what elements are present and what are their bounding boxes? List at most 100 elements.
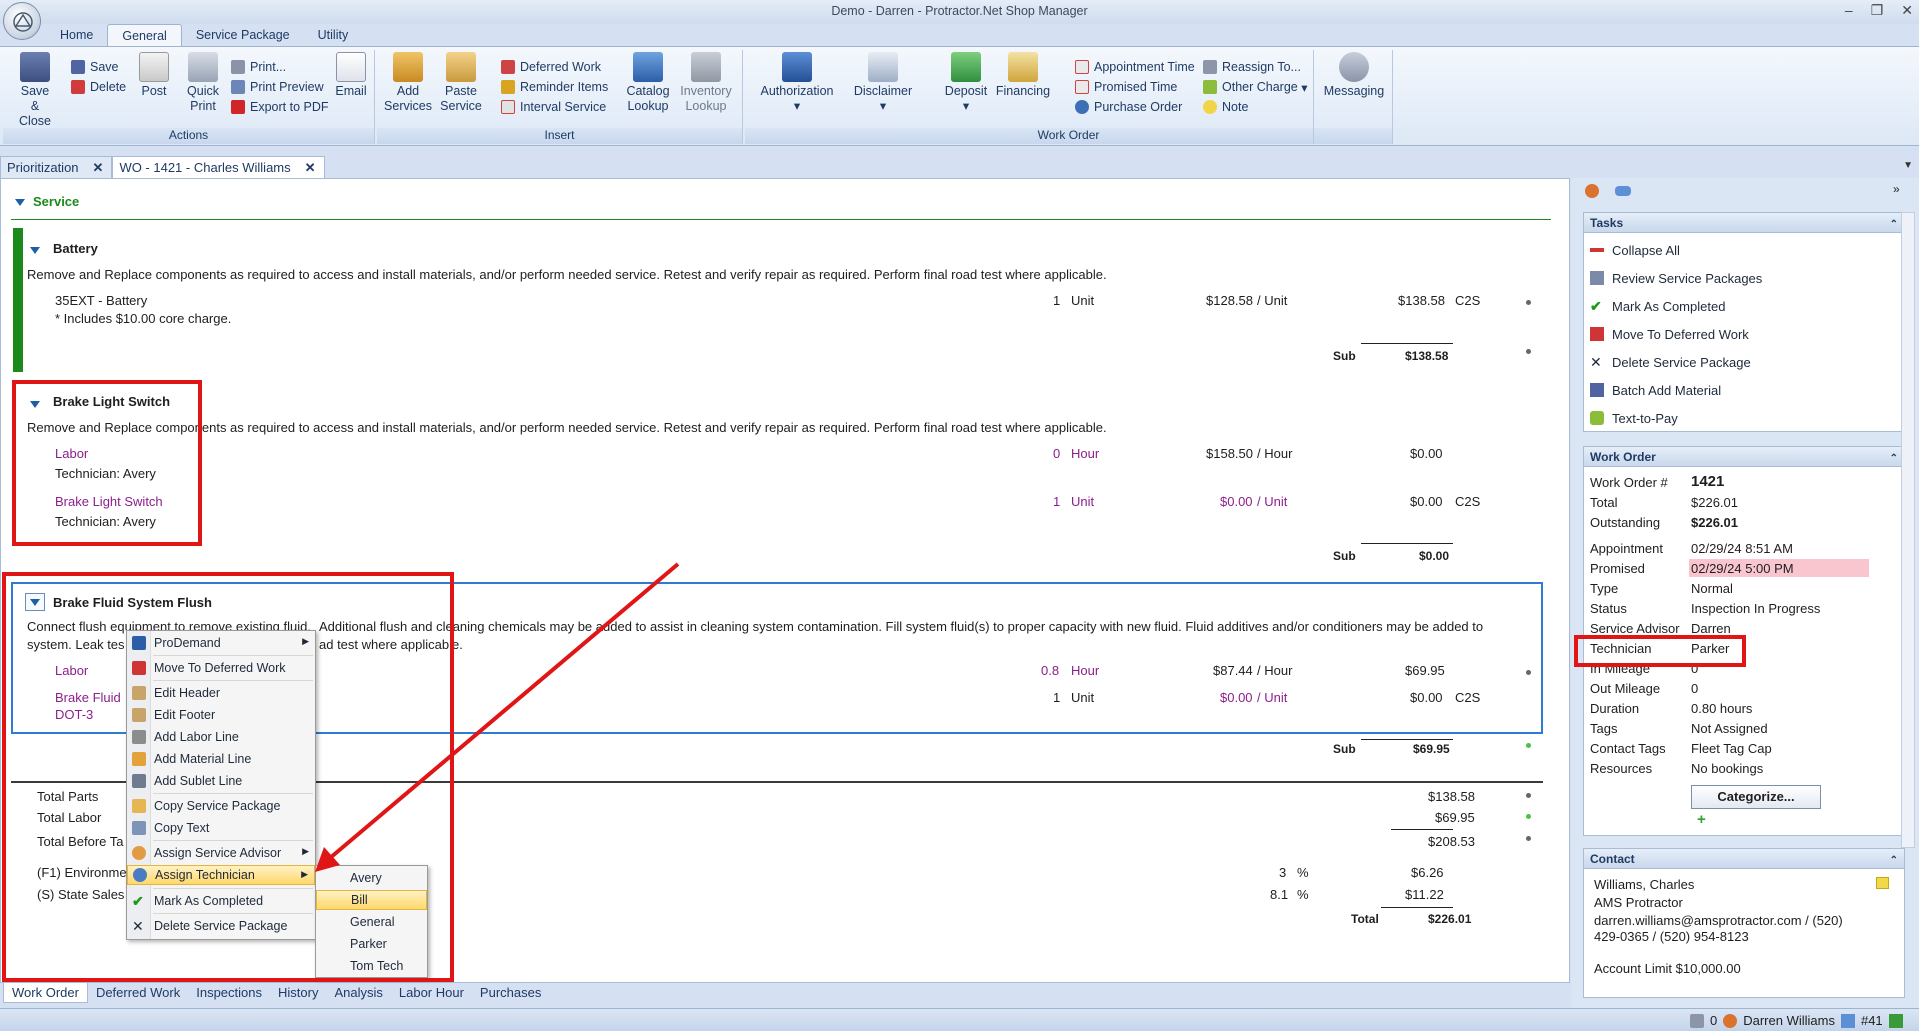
collapse-icon[interactable]: ⌃ <box>1890 215 1898 235</box>
tasks-header[interactable]: Tasks ⌃ <box>1584 213 1904 233</box>
labor-line-name[interactable]: Labor <box>55 663 88 678</box>
line-status-dot[interactable] <box>1526 743 1531 748</box>
wo-technician-value[interactable]: Parker <box>1691 641 1729 656</box>
tab-home[interactable]: Home <box>46 24 107 46</box>
package-title-brake-light-switch[interactable]: Brake Light Switch <box>53 394 170 409</box>
notification-icon[interactable] <box>1690 1013 1704 1028</box>
tab-analysis[interactable]: Analysis <box>326 983 390 1003</box>
add-icon[interactable]: + <box>1697 811 1706 828</box>
tab-general[interactable]: General <box>107 24 182 46</box>
wo-out-mileage-value[interactable]: 0 <box>1691 681 1698 696</box>
wo-contact-tags-value[interactable]: Fleet Tag Cap <box>1691 741 1772 756</box>
save-button[interactable]: Save <box>71 58 119 76</box>
contact-name[interactable]: Williams, Charles <box>1594 877 1694 892</box>
wo-service-advisor-value[interactable]: Darren <box>1691 621 1731 636</box>
menu-item-add-material-line[interactable]: Add Material Line <box>127 749 315 769</box>
tab-work-order-1421[interactable]: WO - 1421 - Charles Williams ✕ <box>112 156 325 178</box>
task-mark-completed[interactable]: ✔ Mark As Completed <box>1590 297 1725 315</box>
print-button[interactable]: Print... <box>231 58 286 76</box>
close-tab-icon[interactable]: ✕ <box>93 160 104 176</box>
collapse-service-icon[interactable] <box>15 199 25 206</box>
contact-header[interactable]: Contact ⌃ <box>1584 849 1904 869</box>
promised-time-button[interactable]: Promised Time <box>1075 78 1177 96</box>
menu-item-mark-completed[interactable]: ✔ Mark As Completed <box>127 891 315 911</box>
minimize-icon[interactable]: – <box>1845 2 1853 19</box>
financing-button[interactable]: Financing <box>995 52 1051 99</box>
wo-in-mileage-value[interactable]: 0 <box>1691 661 1698 676</box>
other-charge-button[interactable]: Other Charge ▾ <box>1203 78 1307 96</box>
print-preview-button[interactable]: Print Preview <box>231 78 324 96</box>
collapse-package-icon[interactable] <box>30 247 40 254</box>
line-status-dot[interactable] <box>1526 836 1531 841</box>
wo-status-value[interactable]: Inspection In Progress <box>1691 601 1820 616</box>
app-menu-button[interactable] <box>3 2 41 40</box>
menu-item-add-labor-line[interactable]: Add Labor Line <box>127 727 315 747</box>
tab-purchases[interactable]: Purchases <box>472 983 549 1003</box>
menu-item-edit-header[interactable]: Edit Header <box>127 683 315 703</box>
collapse-package-icon[interactable] <box>30 401 40 408</box>
catalog-lookup-button[interactable]: Catalog Lookup <box>623 52 673 114</box>
tab-inspections[interactable]: Inspections <box>188 983 270 1003</box>
menu-item-copy-text[interactable]: Copy Text <box>127 818 315 838</box>
package-title-brake-fluid-flush[interactable]: Brake Fluid System Flush <box>53 595 212 610</box>
inventory-lookup-button[interactable]: Inventory Lookup <box>677 52 735 114</box>
wo-resources-value[interactable]: No bookings <box>1691 761 1763 776</box>
deposit-button[interactable]: Deposit ▾ <box>943 52 989 114</box>
task-review-service-packages[interactable]: Review Service Packages <box>1590 269 1762 287</box>
restore-icon[interactable]: ❐ <box>1871 2 1884 19</box>
tab-utility[interactable]: Utility <box>304 24 363 46</box>
add-services-button[interactable]: Add Services <box>383 52 433 114</box>
tab-history[interactable]: History <box>270 983 326 1003</box>
reminder-items-button[interactable]: Reminder Items <box>501 78 608 96</box>
work-order-header[interactable]: Work Order ⌃ <box>1584 447 1904 467</box>
task-delete-package[interactable]: ✕ Delete Service Package <box>1590 353 1751 371</box>
menu-item-copy-service-package[interactable]: Copy Service Package <box>127 796 315 816</box>
technician-option-avery[interactable]: Avery <box>316 868 427 888</box>
labor-line-name[interactable]: Labor <box>55 446 88 461</box>
line-status-dot[interactable] <box>1526 670 1531 675</box>
tab-list-dropdown-icon[interactable]: ▼ <box>1903 160 1913 171</box>
task-collapse-all[interactable]: Collapse All <box>1590 241 1680 259</box>
close-icon[interactable]: ✕ <box>1901 2 1913 19</box>
contact-email-phone[interactable]: darren.williams@amsprotractor.com / (520… <box>1594 913 1843 928</box>
vehicle-icon[interactable] <box>1615 186 1631 196</box>
purchase-order-button[interactable]: Purchase Order <box>1075 98 1182 116</box>
technician-option-tom-tech[interactable]: Tom Tech <box>316 956 427 976</box>
panel-scrollbar[interactable] <box>1901 212 1915 848</box>
reassign-to-button[interactable]: Reassign To... <box>1203 58 1301 76</box>
export-pdf-button[interactable]: Export to PDF <box>231 98 329 116</box>
interval-service-button[interactable]: Interval Service <box>501 98 606 116</box>
paste-service-button[interactable]: Paste Service <box>439 52 483 114</box>
part-line-name[interactable]: 35EXT - Battery <box>55 293 147 308</box>
part-line-name[interactable]: Brake Fluid <box>55 690 121 705</box>
menu-item-add-sublet-line[interactable]: Add Sublet Line <box>127 771 315 791</box>
menu-item-assign-technician[interactable]: Assign Technician ▶ <box>127 865 315 885</box>
current-user[interactable]: Darren Williams <box>1743 1013 1835 1028</box>
delete-button[interactable]: Delete <box>71 78 126 96</box>
tab-deferred-work[interactable]: Deferred Work <box>88 983 188 1003</box>
task-move-to-deferred[interactable]: Move To Deferred Work <box>1590 325 1749 343</box>
technician-option-general[interactable]: General <box>316 912 427 932</box>
wo-tags-value[interactable]: Not Assigned <box>1691 721 1768 736</box>
tab-labor-hour[interactable]: Labor Hour <box>391 983 472 1003</box>
appointment-time-button[interactable]: Appointment Time <box>1075 58 1195 76</box>
collapse-panel-icon[interactable]: » <box>1893 182 1900 196</box>
menu-item-edit-footer[interactable]: Edit Footer <box>127 705 315 725</box>
messaging-button[interactable]: Messaging <box>1322 52 1386 99</box>
technician-option-bill[interactable]: Bill <box>316 890 427 910</box>
line-status-dot[interactable] <box>1526 793 1531 798</box>
deferred-work-button[interactable]: Deferred Work <box>501 58 601 76</box>
tab-work-order[interactable]: Work Order <box>3 983 88 1003</box>
customer-icon[interactable] <box>1585 184 1599 198</box>
note-button[interactable]: Note <box>1203 98 1248 116</box>
line-status-dot[interactable] <box>1526 814 1531 819</box>
line-status-dot[interactable] <box>1526 300 1531 305</box>
package-title-battery[interactable]: Battery <box>53 241 98 256</box>
technician-option-parker[interactable]: Parker <box>316 934 427 954</box>
menu-item-delete-package[interactable]: ✕ Delete Service Package <box>127 916 315 936</box>
line-status-dot[interactable] <box>1526 349 1531 354</box>
collapse-icon[interactable]: ⌃ <box>1890 851 1898 871</box>
disclaimer-button[interactable]: Disclaimer ▾ <box>853 52 913 114</box>
wo-type-value[interactable]: Normal <box>1691 581 1733 596</box>
categorize-button[interactable]: Categorize... <box>1691 785 1821 809</box>
